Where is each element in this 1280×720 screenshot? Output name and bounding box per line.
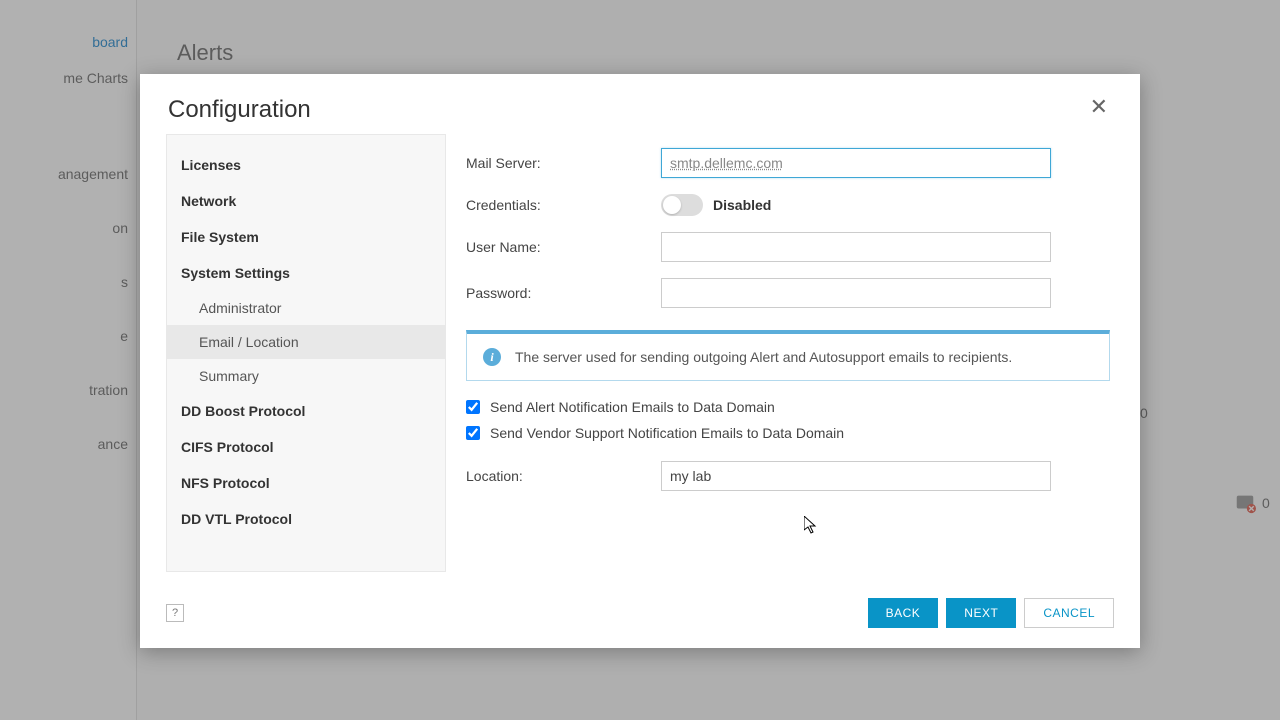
- nav-system-settings[interactable]: System Settings: [167, 255, 445, 291]
- close-icon: ✕: [1090, 94, 1108, 119]
- nav-sub-administrator[interactable]: Administrator: [167, 291, 445, 325]
- nav-dd-vtl[interactable]: DD VTL Protocol: [167, 501, 445, 537]
- location-label: Location:: [466, 468, 661, 484]
- password-input[interactable]: [661, 278, 1051, 308]
- mail-server-input[interactable]: [661, 148, 1051, 178]
- next-button[interactable]: NEXT: [946, 598, 1016, 628]
- checkbox-vendor-notifications[interactable]: Send Vendor Support Notification Emails …: [466, 425, 1110, 441]
- help-button[interactable]: ?: [166, 604, 184, 622]
- close-button[interactable]: ✕: [1086, 96, 1112, 118]
- credentials-toggle[interactable]: [661, 194, 703, 216]
- mail-server-label: Mail Server:: [466, 155, 661, 171]
- info-icon: i: [483, 348, 501, 366]
- nav-dd-boost[interactable]: DD Boost Protocol: [167, 393, 445, 429]
- nav-licenses[interactable]: Licenses: [167, 147, 445, 183]
- nav-network[interactable]: Network: [167, 183, 445, 219]
- checkbox-vendor-label: Send Vendor Support Notification Emails …: [490, 425, 844, 441]
- checkbox-alert-notifications[interactable]: Send Alert Notification Emails to Data D…: [466, 399, 1110, 415]
- checkbox-vendor-input[interactable]: [466, 426, 480, 440]
- cancel-button[interactable]: CANCEL: [1024, 598, 1114, 628]
- checkbox-alert-input[interactable]: [466, 400, 480, 414]
- nav-sub-email-location[interactable]: Email / Location: [167, 325, 445, 359]
- modal-title: Configuration: [168, 96, 311, 124]
- toggle-knob: [663, 196, 681, 214]
- form-area: Mail Server: Credentials: Disabled User …: [446, 134, 1140, 572]
- info-text: The server used for sending outgoing Ale…: [515, 349, 1012, 365]
- nav-nfs[interactable]: NFS Protocol: [167, 465, 445, 501]
- back-button[interactable]: BACK: [868, 598, 939, 628]
- nav-file-system[interactable]: File System: [167, 219, 445, 255]
- username-label: User Name:: [466, 239, 661, 255]
- configuration-modal: Configuration ✕ Licenses Network File Sy…: [140, 74, 1140, 648]
- nav-sub-summary[interactable]: Summary: [167, 359, 445, 393]
- nav-cifs[interactable]: CIFS Protocol: [167, 429, 445, 465]
- password-label: Password:: [466, 285, 661, 301]
- credentials-label: Credentials:: [466, 197, 661, 213]
- wizard-nav: Licenses Network File System System Sett…: [166, 134, 446, 572]
- info-box: i The server used for sending outgoing A…: [466, 330, 1110, 381]
- username-input[interactable]: [661, 232, 1051, 262]
- checkbox-alert-label: Send Alert Notification Emails to Data D…: [490, 399, 775, 415]
- location-input[interactable]: [661, 461, 1051, 491]
- credentials-status: Disabled: [713, 197, 771, 213]
